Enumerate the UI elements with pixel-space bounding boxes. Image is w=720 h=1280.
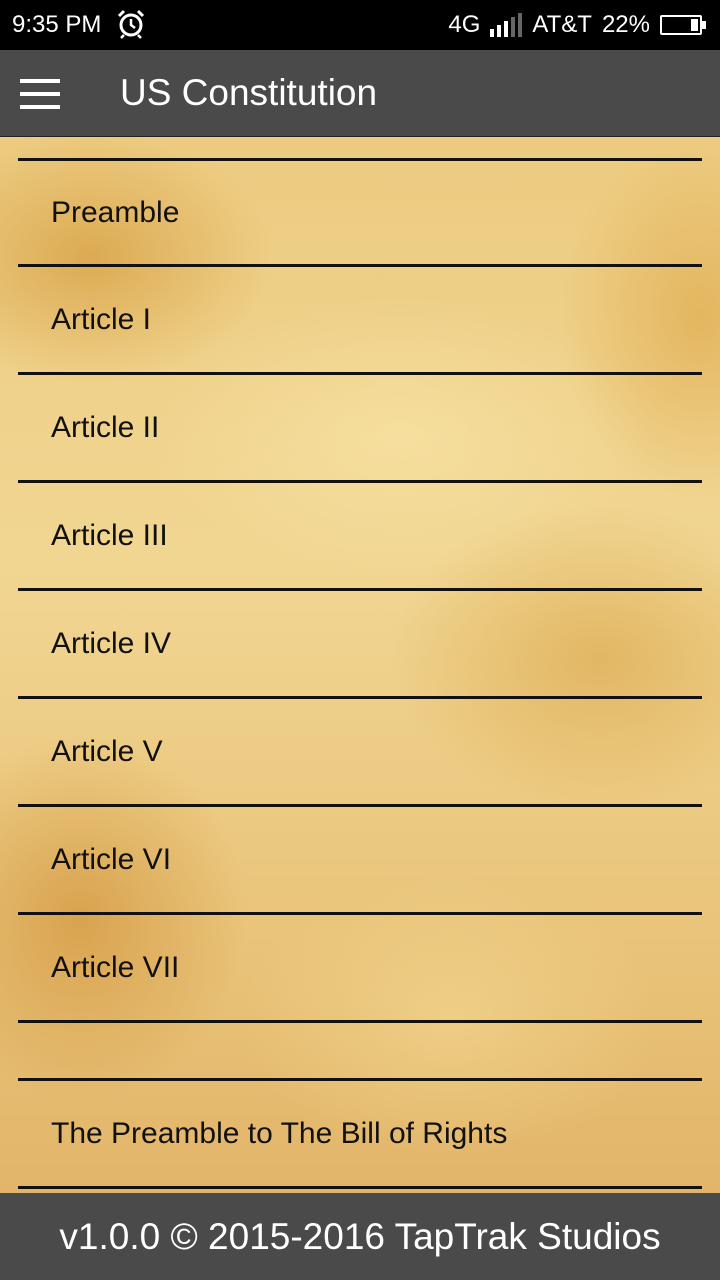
battery-percent: 22% bbox=[601, 11, 650, 38]
list-item-article-2[interactable]: Article II bbox=[18, 375, 702, 480]
app-title: US Constitution bbox=[120, 72, 378, 113]
list-item-article-6[interactable]: Article VI bbox=[18, 807, 702, 912]
battery-fill bbox=[691, 19, 698, 31]
status-bar: 9:35 PM 4G AT&T 22% bbox=[0, 0, 720, 50]
list-divider bbox=[18, 1020, 702, 1023]
status-right-group: 4G AT&T 22% bbox=[438, 11, 706, 39]
list-item-article-7[interactable]: Article VII bbox=[18, 915, 702, 1020]
list-divider bbox=[18, 1186, 702, 1189]
list-item-article-4[interactable]: Article IV bbox=[18, 591, 702, 696]
list-item-article-1[interactable]: Article I bbox=[18, 267, 702, 372]
footer-copyright: v1.0.0 © 2015-2016 TapTrak Studios bbox=[0, 1193, 720, 1280]
status-time: 9:35 PM bbox=[12, 11, 102, 38]
hamburger-menu-icon[interactable] bbox=[20, 79, 60, 109]
list-item-preamble[interactable]: Preamble bbox=[18, 161, 702, 265]
alarm-clock-icon bbox=[116, 9, 146, 39]
list-item-article-5[interactable]: Article V bbox=[18, 699, 702, 804]
list-item-article-3[interactable]: Article III bbox=[18, 483, 702, 588]
battery-icon bbox=[660, 15, 706, 35]
signal-bars-icon bbox=[490, 13, 523, 37]
article-list: Preamble Article I Article II Article II… bbox=[0, 137, 720, 1193]
screen: 9:35 PM 4G AT&T 22% US Constitution Prea… bbox=[0, 0, 720, 1280]
carrier-name: AT&T bbox=[532, 11, 592, 38]
app-bar: US Constitution bbox=[0, 50, 720, 137]
list-item-bill-of-rights-preamble[interactable]: The Preamble to The Bill of Rights bbox=[18, 1081, 702, 1186]
network-type: 4G bbox=[448, 11, 481, 38]
